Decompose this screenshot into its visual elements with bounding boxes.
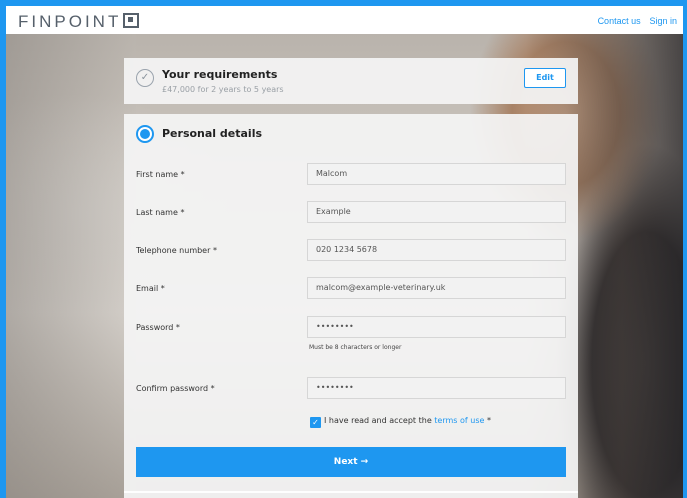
logo-text: FINPOINT (18, 12, 122, 31)
top-links: Contact us Sign in (592, 16, 677, 27)
telephone-input[interactable]: 020 1234 5678 (307, 239, 566, 261)
next-button[interactable]: Next → (136, 447, 566, 477)
email-input[interactable]: malcom@example-veterinary.uk (307, 277, 566, 299)
top-bar: FINPOINT Contact us Sign in (6, 0, 683, 34)
edit-button[interactable]: Edit (524, 68, 566, 88)
next-panel-edge (124, 491, 578, 493)
telephone-label: Telephone number * (136, 246, 217, 255)
first-name-input[interactable]: Malcom (307, 163, 566, 185)
password-input[interactable]: •••••••• (307, 316, 566, 338)
sign-in-link[interactable]: Sign in (649, 16, 677, 26)
requirements-panel: ✓ Your requirements £47,000 for 2 years … (124, 58, 578, 104)
contact-us-link[interactable]: Contact us (598, 16, 641, 26)
requirements-title: Your requirements (162, 68, 278, 81)
email-label: Email * (136, 284, 165, 293)
personal-details-title: Personal details (162, 127, 263, 140)
finpoint-logo[interactable]: FINPOINT (18, 12, 140, 32)
first-name-label: First name * (136, 170, 185, 179)
last-name-input[interactable]: Example (307, 201, 566, 223)
last-name-label: Last name * (136, 208, 185, 217)
step-radio-icon (136, 125, 154, 143)
password-label: Password * (136, 323, 180, 332)
logo-mark-icon (123, 13, 140, 28)
confirm-password-input[interactable]: •••••••• (307, 377, 566, 399)
personal-details-panel: Personal details First name * Malcom Las… (124, 114, 578, 498)
password-hint: Must be 8 characters or longer (309, 344, 402, 351)
confirm-password-label: Confirm password * (136, 384, 215, 393)
terms-row: ✓ I have read and accept the terms of use… (310, 416, 491, 428)
check-icon: ✓ (136, 69, 154, 87)
terms-of-use-link[interactable]: terms of use (434, 416, 484, 425)
terms-required-mark: * (486, 416, 491, 425)
terms-checkbox[interactable]: ✓ (310, 417, 321, 428)
requirements-summary: £47,000 for 2 years to 5 years (162, 85, 284, 94)
terms-text: I have read and accept the (324, 416, 432, 425)
